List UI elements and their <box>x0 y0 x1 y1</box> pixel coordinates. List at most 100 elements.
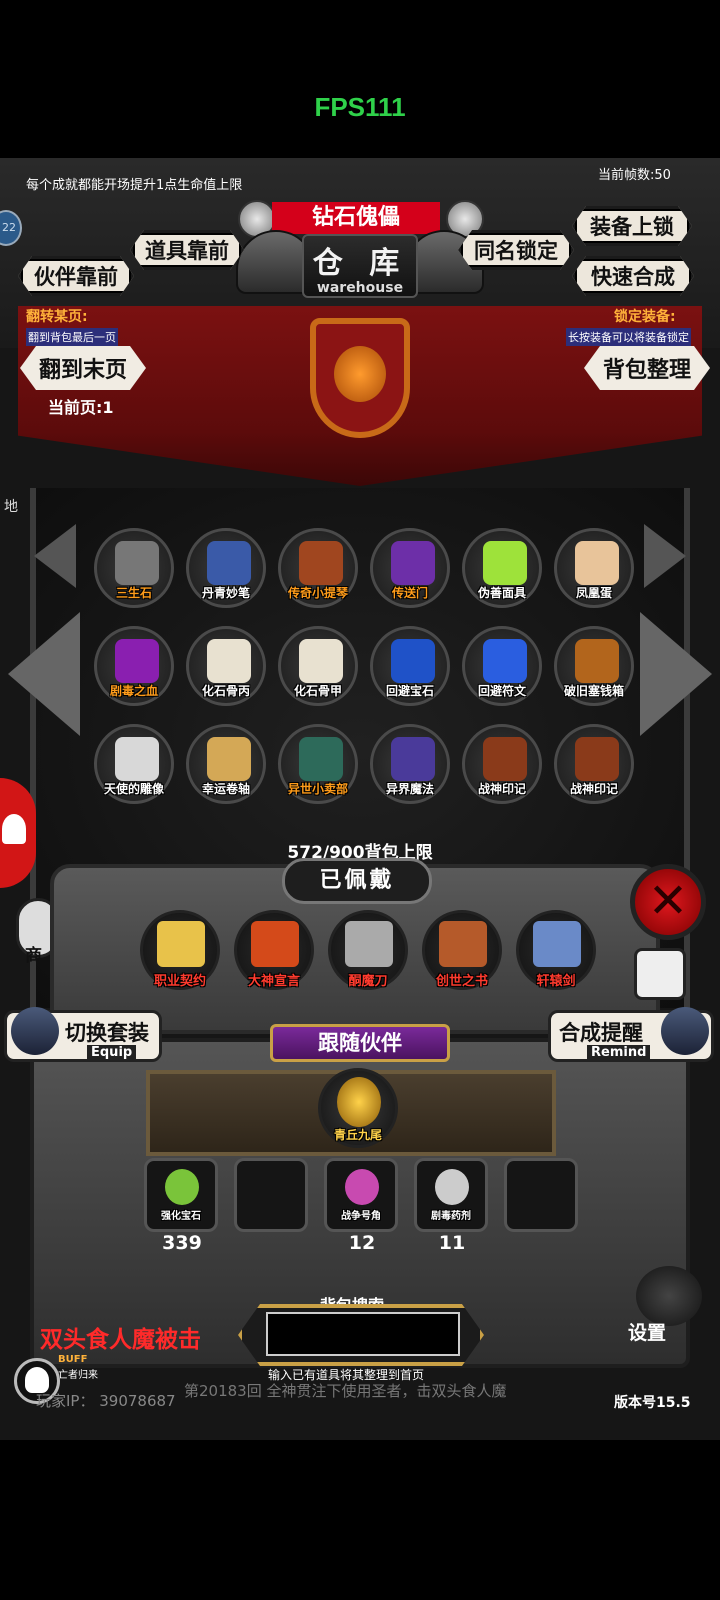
potion-icon <box>435 1169 469 1205</box>
consumable-label: 战争号角 <box>341 1211 381 1222</box>
brush-icon <box>207 541 251 585</box>
fox-icon <box>337 1077 381 1127</box>
inventory-item-label: 凤凰蛋 <box>575 586 612 600</box>
next-page-arrow[interactable] <box>640 612 712 736</box>
equipped-item-label: 职业契约 <box>153 974 206 989</box>
buff-sub: 亡者归来 <box>58 1370 98 1381</box>
mark-icon <box>575 737 619 781</box>
follow-partner-title: 跟随伙伴 <box>270 1024 450 1062</box>
same-name-lock-button[interactable]: 同名锁定 <box>458 230 574 270</box>
book-icon <box>439 921 487 967</box>
settings-gear-icon[interactable] <box>636 1266 702 1326</box>
merge-remind-en: Remind <box>587 1045 651 1060</box>
buff-label: BUFF <box>58 1354 88 1365</box>
inventory-item-label: 三生石 <box>115 586 152 600</box>
quick-merge-button[interactable]: 快速合成 <box>572 256 694 296</box>
violin-icon <box>299 541 343 585</box>
equip-lock-button[interactable]: 装备上锁 <box>572 206 692 246</box>
consumable-slot[interactable]: 剧毒药剂 <box>414 1158 488 1232</box>
inventory-item-label: 传奇小提琴 <box>287 586 348 600</box>
mask-icon <box>483 541 527 585</box>
lion-icon <box>334 346 386 402</box>
blade-icon <box>345 921 393 967</box>
item-front-button[interactable]: 道具靠前 <box>130 230 244 270</box>
inventory-item-label: 伪善面具 <box>477 586 526 600</box>
consumable-slot[interactable] <box>234 1158 308 1232</box>
lock-equip-desc: 长按装备可以将装备锁定 <box>566 328 691 346</box>
version-label: 版本号15.5 <box>614 1395 691 1411</box>
warehouse-title-zh: 仓 库 <box>312 246 408 281</box>
achievement-hint: 每个成就都能开场提升1点生命值上限 <box>26 178 243 193</box>
next-page-arrow-small[interactable] <box>644 524 686 588</box>
organize-bag-button[interactable]: 背包整理 <box>584 346 710 390</box>
scroll-icon <box>207 737 251 781</box>
battle-log: 双头食人魔被击 <box>40 1327 201 1353</box>
flip-page-desc: 翻到背包最后一页 <box>26 328 118 346</box>
switch-set-button[interactable]: 切换套装 Equip <box>4 1007 162 1062</box>
equipped-item-label: 大神宣言 <box>247 974 300 989</box>
last-page-button[interactable]: 翻到末页 <box>20 346 146 390</box>
contract-icon <box>157 921 205 967</box>
inventory-item-label: 回避符文 <box>477 684 526 698</box>
lock-equip-title: 锁定装备: <box>614 309 676 325</box>
close-button[interactable]: ✕ <box>630 864 706 940</box>
chest-icon <box>575 639 619 683</box>
egg-icon <box>575 541 619 585</box>
inventory-item-label: 回避宝石 <box>385 684 434 698</box>
boss-name-banner: 钻石傀儡 <box>272 202 440 234</box>
warehouse-scene: 每个成就都能开场提升1点生命值上限 当前帧数:50 22 钻石傀儡 仓 库 wa… <box>0 158 720 1440</box>
current-page: 当前页:1 <box>48 398 114 417</box>
inventory-item-label: 传送门 <box>391 586 428 600</box>
consumable-slot[interactable]: 强化宝石 <box>144 1158 218 1232</box>
equipped-title: 已佩戴 <box>282 858 432 904</box>
poison-blood-icon <box>115 639 159 683</box>
flip-page-title: 翻转某页: <box>26 309 88 325</box>
settings-label[interactable]: 设置 <box>628 1318 666 1345</box>
consumable-slot[interactable] <box>504 1158 578 1232</box>
inventory-item-label: 天使的雕像 <box>103 782 164 796</box>
green-gem-icon <box>165 1169 199 1205</box>
inventory-item-label: 战神印记 <box>477 782 526 796</box>
equipped-item-label: 酮魔刀 <box>348 974 388 989</box>
consumable-count: 12 <box>348 1232 376 1254</box>
switch-set-en: Equip <box>87 1045 137 1060</box>
inventory-item-label: 丹青妙笔 <box>201 586 250 600</box>
horn-icon <box>345 1169 379 1205</box>
warehouse-title: 仓 库 warehouse <box>302 234 418 298</box>
search-input[interactable] <box>266 1312 460 1356</box>
partner-label: 青丘九尾 <box>333 1128 382 1142</box>
mark-icon <box>483 737 527 781</box>
consumable-count: 11 <box>438 1232 466 1254</box>
helmet-icon <box>661 1007 709 1055</box>
partner-front-button[interactable]: 伙伴靠前 <box>18 256 134 296</box>
blue-gem-icon <box>391 639 435 683</box>
shop-label: 商 <box>25 946 42 966</box>
portal-icon <box>391 541 435 585</box>
inventory-item-label: 战神印记 <box>569 782 618 796</box>
stone-icon <box>115 541 159 585</box>
magic-icon <box>391 737 435 781</box>
left-edge-text: 地 <box>4 499 18 515</box>
merge-remind-label: 合成提醒 <box>559 1021 643 1045</box>
inventory-item-label: 化石骨丙 <box>201 684 250 698</box>
shop-icon <box>299 737 343 781</box>
consumable-label: 剧毒药剂 <box>431 1211 471 1222</box>
inventory-item-label: 幸运卷轴 <box>201 782 250 796</box>
helmet-icon <box>11 1007 59 1055</box>
lion-shield-emblem <box>310 318 410 438</box>
prev-page-arrow[interactable] <box>8 612 80 736</box>
inventory-item-label: 剧毒之血 <box>109 684 158 698</box>
player-ip: 玩家IP： 39078687 <box>36 1392 176 1410</box>
merge-remind-button[interactable]: 合成提醒 Remind <box>548 1007 714 1062</box>
prev-page-arrow-small[interactable] <box>34 524 76 588</box>
consumable-count: 339 <box>162 1232 202 1254</box>
dice-icon[interactable] <box>634 948 686 1000</box>
scroll-text: 第20183回 全神贯注下使用圣者，击双头食人魔 <box>184 1382 507 1398</box>
sword-icon <box>533 921 581 967</box>
statue-icon <box>115 737 159 781</box>
blue-rune-icon <box>483 639 527 683</box>
game-screen: FPS111 每个成就都能开场提升1点生命值上限 当前帧数:50 22 钻石傀儡… <box>0 0 720 1600</box>
inventory-item-label: 破旧塞钱箱 <box>563 684 624 698</box>
consumable-slot[interactable]: 战争号角 <box>324 1158 398 1232</box>
equipped-item-label: 轩辕剑 <box>536 974 576 989</box>
